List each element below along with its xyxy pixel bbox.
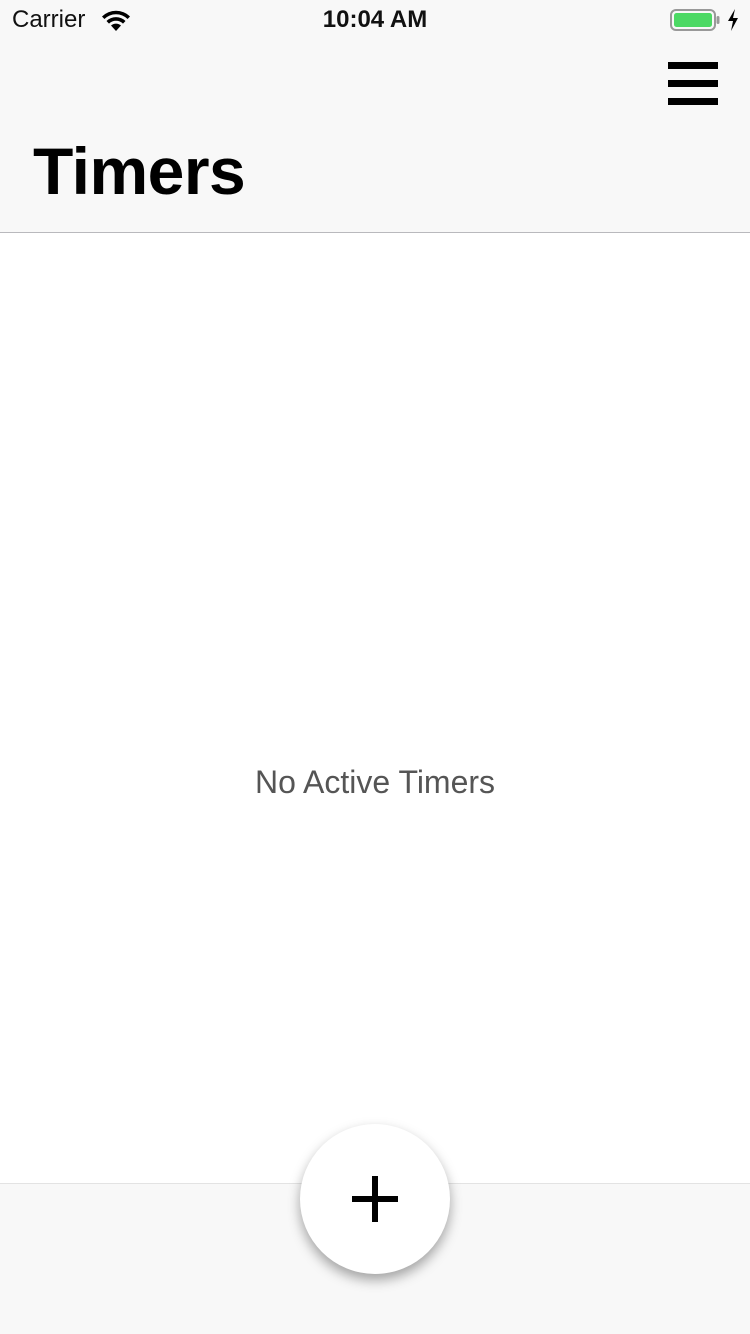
empty-state-message: No Active Timers: [254, 764, 496, 800]
navigation-bar: Timers: [0, 40, 750, 233]
battery-icon: [670, 9, 720, 31]
charging-bolt-icon: [728, 9, 738, 31]
add-timer-button[interactable]: [300, 1124, 450, 1274]
app-screen: Carrier 10:04 AM Timers No Active Timers: [0, 0, 750, 1334]
menu-button[interactable]: [660, 54, 726, 114]
status-bar: Carrier 10:04 AM: [0, 0, 750, 40]
clock-time: 10:04 AM: [322, 6, 428, 33]
page-title: Timers: [33, 134, 246, 208]
plus-icon: [352, 1176, 398, 1222]
